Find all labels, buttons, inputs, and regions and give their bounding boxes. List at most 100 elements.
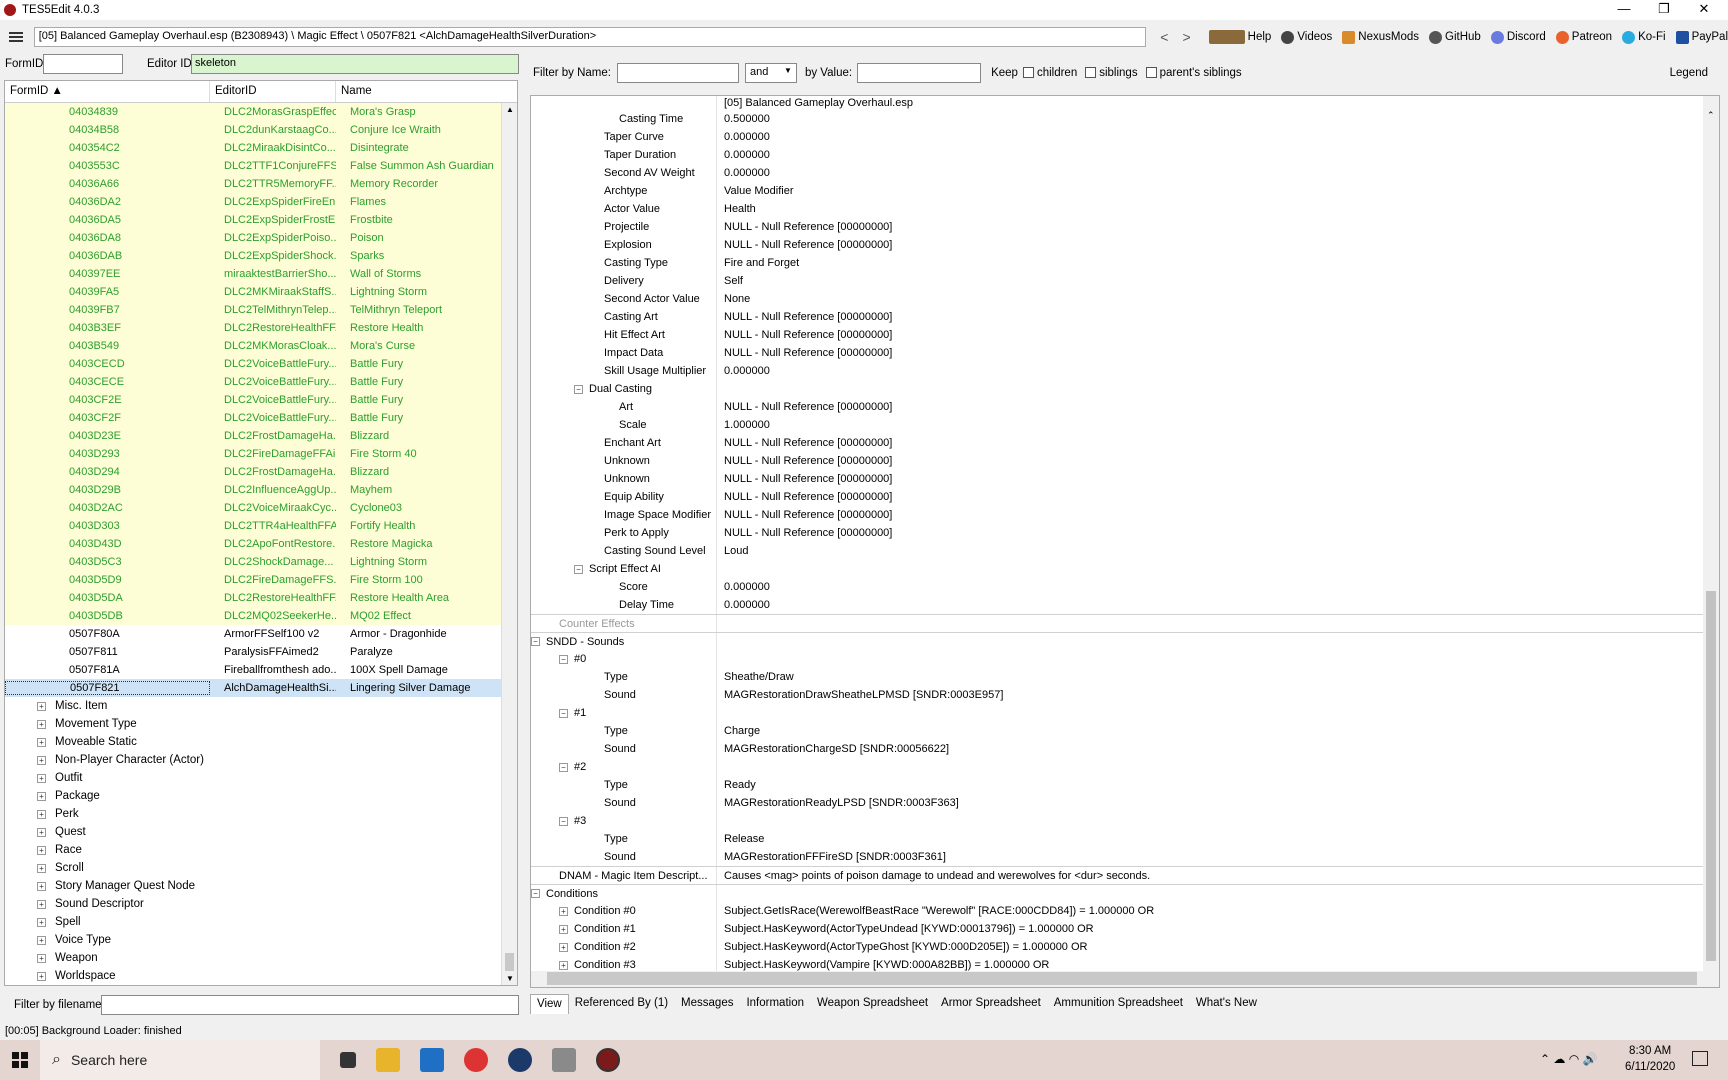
filter-name-input[interactable] [616, 63, 739, 83]
clock[interactable]: 8:30 AM 6/11/2020 [1625, 1043, 1675, 1075]
tab-weapon-spreadsheet[interactable]: Weapon Spreadsheet [811, 994, 935, 1014]
property-row[interactable]: Art NULL - Null Reference [00000000] [531, 398, 1719, 416]
scroll-down-icon[interactable]: ▼ [506, 974, 514, 983]
property-row[interactable]: Image Space Modifier NULL - Null Referenc… [531, 506, 1719, 524]
siblings-checkbox[interactable]: siblings [1085, 67, 1138, 79]
record-tree[interactable]: FormID ▲ EditorID Name 04034839 DLC2Moras… [4, 80, 518, 986]
tray-icons[interactable]: ⌃ ☁ ◠ 🔊 [1540, 1052, 1597, 1066]
menu-icon[interactable] [4, 27, 28, 47]
notification-icon[interactable] [1692, 1051, 1708, 1066]
file-explorer-icon[interactable] [376, 1048, 400, 1072]
property-row[interactable]: Casting Type Fire and Forget [531, 254, 1719, 272]
table-row[interactable]: 04034839 DLC2MorasGraspEffect Mora's Grasp [5, 103, 517, 121]
parents-siblings-checkbox[interactable]: parent's siblings [1145, 67, 1242, 79]
property-row[interactable]: Type Sheathe/Draw [531, 668, 1719, 686]
property-row[interactable]: Second AV Weight 0.000000 [531, 164, 1719, 182]
formid-input[interactable] [43, 54, 123, 74]
property-row[interactable]: Perk to Apply NULL - Null Reference [0000… [531, 524, 1719, 542]
table-row[interactable]: 04036A66 DLC2TTR5MemoryFF... Memory Record… [5, 175, 517, 193]
table-row[interactable]: 0507F80A ArmorFFSelf100 v2 Armor - Dragonh… [5, 625, 517, 643]
collapse-icon[interactable]: − [574, 384, 583, 394]
paypal-link[interactable]: PayPal [1675, 30, 1728, 44]
collapse-icon[interactable]: − [559, 654, 568, 664]
expand-icon[interactable]: + [37, 701, 46, 711]
collapse-icon[interactable]: − [574, 564, 583, 574]
table-row[interactable]: 0403553C DLC2TTF1ConjureFFS... False Summo… [5, 157, 517, 175]
property-row[interactable]: − #3 [531, 812, 1719, 830]
property-row[interactable]: Hit Effect Art NULL - Null Reference [000… [531, 326, 1719, 344]
property-row[interactable]: Actor Value Health [531, 200, 1719, 218]
minimize-button[interactable]: — [1604, 0, 1644, 20]
table-row[interactable]: 0403D5D9 DLC2FireDamageFFS... Fire Storm 1… [5, 571, 517, 589]
property-row[interactable]: Impact Data NULL - Null Reference [000000… [531, 344, 1719, 362]
collapse-icon[interactable]: − [559, 708, 568, 718]
property-row[interactable]: Scale 1.000000 [531, 416, 1719, 434]
table-row[interactable]: 04039FB7 DLC2TelMithrynTelep... TelMithryn… [5, 301, 517, 319]
property-row[interactable]: Enchant Art NULL - Null Reference [000000… [531, 434, 1719, 452]
table-row[interactable]: 0403D2AC DLC2VoiceMiraakCyc... Cyclone03 [5, 499, 517, 517]
property-row[interactable]: Casting Art NULL - Null Reference [000000… [531, 308, 1719, 326]
property-row[interactable]: Archtype Value Modifier [531, 182, 1719, 200]
expand-icon[interactable]: + [37, 917, 46, 927]
table-row[interactable]: 0403CF2E DLC2VoiceBattleFury... Battle Fur… [5, 391, 517, 409]
collapse-icon[interactable]: − [531, 889, 540, 899]
group-node[interactable]: + Voice Type [5, 931, 517, 949]
property-row[interactable]: + Condition #2 Subject.HasKeyword(ActorTyp… [531, 938, 1719, 956]
close-button[interactable]: ✕ [1684, 0, 1724, 20]
tab-information[interactable]: Information [740, 994, 811, 1014]
group-node[interactable]: + Package [5, 787, 517, 805]
expand-icon[interactable]: + [37, 971, 46, 981]
property-row[interactable]: Sound MAGRestorationChargeSD [SNDR:000566… [531, 740, 1719, 758]
property-row[interactable]: Score 0.000000 [531, 578, 1719, 596]
tab-view[interactable]: View [530, 994, 569, 1014]
col-editorid[interactable]: EditorID [210, 81, 336, 102]
kofi-link[interactable]: Ko-Fi [1622, 30, 1666, 44]
property-row[interactable]: − #2 [531, 758, 1719, 776]
back-arrow-icon[interactable]: < [1160, 29, 1168, 45]
table-row[interactable]: 04036DA8 DLC2ExpSpiderPoiso... Poison [5, 229, 517, 247]
group-node[interactable]: + Perk [5, 805, 517, 823]
expand-icon[interactable]: + [37, 863, 46, 873]
property-row[interactable]: Counter Effects [531, 614, 1719, 633]
expand-icon[interactable]: + [37, 809, 46, 819]
group-node[interactable]: + Movement Type [5, 715, 517, 733]
property-row[interactable]: Type Ready [531, 776, 1719, 794]
expand-icon[interactable]: + [37, 845, 46, 855]
group-node[interactable]: + Scroll [5, 859, 517, 877]
group-node[interactable]: + Worldspace [5, 967, 517, 985]
table-row[interactable]: 0507F811 ParalysisFFAimed2 Paralyze [5, 643, 517, 661]
editorid-input[interactable]: skeleton [191, 54, 519, 74]
property-row[interactable]: Delivery Self [531, 272, 1719, 290]
maximize-button[interactable]: ❐ [1644, 0, 1684, 20]
discord-link[interactable]: Discord [1490, 30, 1546, 44]
table-row[interactable]: 0403D23E DLC2FrostDamageHa... Blizzard [5, 427, 517, 445]
group-node[interactable]: + Quest [5, 823, 517, 841]
expand-icon[interactable]: + [37, 737, 46, 747]
property-row[interactable]: Casting Time 0.500000 [531, 110, 1719, 128]
tes5edit-task-icon[interactable] [596, 1048, 620, 1072]
expand-icon[interactable]: + [37, 719, 46, 729]
children-checkbox[interactable]: children [1022, 67, 1077, 79]
expand-icon[interactable]: + [559, 924, 568, 934]
group-node[interactable]: + Non-Player Character (Actor) [5, 751, 517, 769]
group-node[interactable]: + Weapon [5, 949, 517, 967]
table-row[interactable]: 040354C2 DLC2MiraakDisintCo... Disintegrat… [5, 139, 517, 157]
table-row[interactable]: 0403CF2F DLC2VoiceBattleFury... Battle Fur… [5, 409, 517, 427]
property-row[interactable]: Type Release [531, 830, 1719, 848]
table-row[interactable]: 0403D5DB DLC2MQ02SeekerHe... MQ02 Effect [5, 607, 517, 625]
expand-icon[interactable]: + [37, 881, 46, 891]
selected-row[interactable]: 0507F821 AlchDamageHealthSi... Lingering S… [5, 679, 517, 697]
property-row[interactable]: Type Charge [531, 722, 1719, 740]
expand-icon[interactable]: + [559, 942, 568, 952]
tab-what-s-new[interactable]: What's New [1190, 994, 1264, 1014]
legend-button[interactable]: Legend [1670, 67, 1708, 79]
property-row[interactable]: Equip Ability NULL - Null Reference [0000… [531, 488, 1719, 506]
property-row[interactable]: Unknown NULL - Null Reference [00000000] [531, 452, 1719, 470]
taskbar-search[interactable]: ⌕ Search here [40, 1040, 320, 1080]
property-row[interactable]: − #0 [531, 650, 1719, 668]
col-formid[interactable]: FormID ▲ [5, 81, 210, 102]
scroll-thumb[interactable] [505, 953, 514, 971]
property-tree[interactable]: [05] Balanced Gameplay Overhaul.esp Cast… [530, 95, 1720, 988]
videos-link[interactable]: Videos [1281, 30, 1332, 44]
property-row[interactable]: Sound MAGRestorationDrawSheatheLPMSD [SND… [531, 686, 1719, 704]
